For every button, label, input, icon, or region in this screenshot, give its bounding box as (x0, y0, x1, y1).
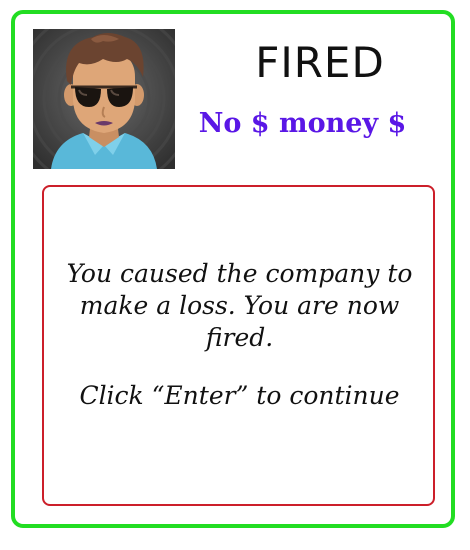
continue-prompt: Click “Enter” to continue (79, 381, 400, 410)
money-status: No $ money $ (198, 108, 407, 139)
character-portrait-icon (33, 29, 175, 169)
fired-message: You caused the company to make a loss. Y… (66, 259, 413, 352)
character-avatar (33, 29, 175, 169)
status-title: FIRED (255, 38, 385, 87)
